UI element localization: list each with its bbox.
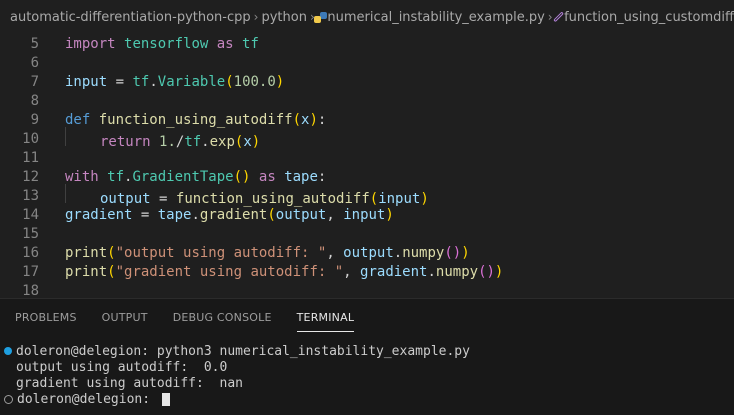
bottom-panel: PROBLEMS OUTPUT DEBUG CONSOLE TERMINAL d… bbox=[0, 298, 734, 415]
code-text: def function_using_autodiff(x): bbox=[65, 111, 327, 128]
code-text: print("gradient using autodiff: ", gradi… bbox=[65, 263, 504, 280]
code-text: print("output using autodiff: ", output.… bbox=[65, 244, 470, 261]
code-text: output = function_using_autodiff(input) bbox=[65, 184, 429, 207]
line-number: 8 bbox=[30, 92, 39, 109]
panel-tabs: PROBLEMS OUTPUT DEBUG CONSOLE TERMINAL bbox=[0, 299, 734, 335]
chevron-right-icon: › bbox=[253, 10, 259, 24]
code-line: 18 bbox=[0, 281, 734, 299]
chevron-right-icon: › bbox=[547, 10, 553, 24]
terminal-prompt: doleron@delegion: bbox=[17, 391, 158, 407]
line-number: 16 bbox=[22, 244, 39, 261]
code-line: 5 import tensorflow as tf bbox=[0, 34, 734, 53]
tab-debug-console[interactable]: DEBUG CONSOLE bbox=[173, 311, 272, 324]
code-line: 14 gradient = tape.gradient(output, inpu… bbox=[0, 205, 734, 224]
command-status-dot-icon[interactable] bbox=[4, 347, 12, 355]
code-text: gradient = tape.gradient(output, input) bbox=[65, 206, 394, 223]
code-text: import tensorflow as tf bbox=[65, 35, 259, 52]
terminal-line-text: doleron@delegion: python3 numerical_inst… bbox=[16, 343, 470, 359]
terminal-line-text: output using autodiff: 0.0 bbox=[16, 359, 228, 375]
code-line: 8 bbox=[0, 91, 734, 110]
python-file-icon bbox=[315, 11, 326, 23]
line-number: 18 bbox=[22, 282, 39, 299]
code-text: with tf.GradientTape() as tape: bbox=[65, 168, 327, 185]
breadcrumb-item-folder[interactable]: python bbox=[261, 10, 306, 25]
breadcrumb-item-file[interactable]: numerical_instability_example.py bbox=[327, 10, 544, 25]
line-number: 6 bbox=[30, 54, 39, 71]
terminal-line: doleron@delegion: python3 numerical_inst… bbox=[4, 343, 734, 359]
line-number: 5 bbox=[30, 35, 39, 52]
function-symbol-icon bbox=[552, 11, 564, 23]
code-line: 13 output = function_using_autodiff(inpu… bbox=[0, 184, 734, 207]
breadcrumb-item-symbol[interactable]: function_using_customdiff bbox=[564, 10, 734, 25]
line-number: 11 bbox=[22, 149, 39, 166]
line-number: 17 bbox=[22, 263, 39, 280]
command-status-dot-icon[interactable] bbox=[4, 394, 13, 404]
code-line: 17 print("gradient using autodiff: ", gr… bbox=[0, 262, 734, 281]
tab-problems[interactable]: PROBLEMS bbox=[15, 311, 77, 324]
terminal-cursor bbox=[161, 392, 170, 406]
code-line: 10 return 1./tf.exp(x) bbox=[0, 127, 734, 150]
terminal-line: doleron@delegion: bbox=[4, 391, 734, 407]
line-number: 14 bbox=[22, 206, 39, 223]
code-line: 16 print("output using autodiff: ", outp… bbox=[0, 243, 734, 262]
line-number: 15 bbox=[22, 225, 39, 242]
line-number: 13 bbox=[22, 187, 39, 204]
code-line: 11 bbox=[0, 148, 734, 167]
line-number: 9 bbox=[30, 111, 39, 128]
terminal-line-text: gradient using autodiff: nan bbox=[16, 375, 243, 391]
code-line: 6 bbox=[0, 53, 734, 72]
line-number: 12 bbox=[22, 168, 39, 185]
terminal[interactable]: doleron@delegion: python3 numerical_inst… bbox=[0, 335, 734, 407]
code-editor[interactable]: 5 import tensorflow as tf 6 7 input = tf… bbox=[0, 34, 734, 299]
breadcrumb-item-repo[interactable]: automatic-differentiation-python-cpp bbox=[10, 10, 251, 25]
line-number: 10 bbox=[22, 130, 39, 147]
terminal-line: gradient using autodiff: nan bbox=[4, 375, 734, 391]
terminal-line: output using autodiff: 0.0 bbox=[4, 359, 734, 375]
code-text: input = tf.Variable(100.0) bbox=[65, 73, 285, 90]
breadcrumb: automatic-differentiation-python-cpp › p… bbox=[0, 0, 734, 34]
code-line: 15 bbox=[0, 224, 734, 243]
code-text: return 1./tf.exp(x) bbox=[65, 127, 260, 150]
tab-terminal[interactable]: TERMINAL bbox=[296, 311, 355, 332]
tab-output[interactable]: OUTPUT bbox=[102, 311, 148, 324]
line-number: 7 bbox=[30, 73, 39, 90]
code-line: 7 input = tf.Variable(100.0) bbox=[0, 72, 734, 91]
